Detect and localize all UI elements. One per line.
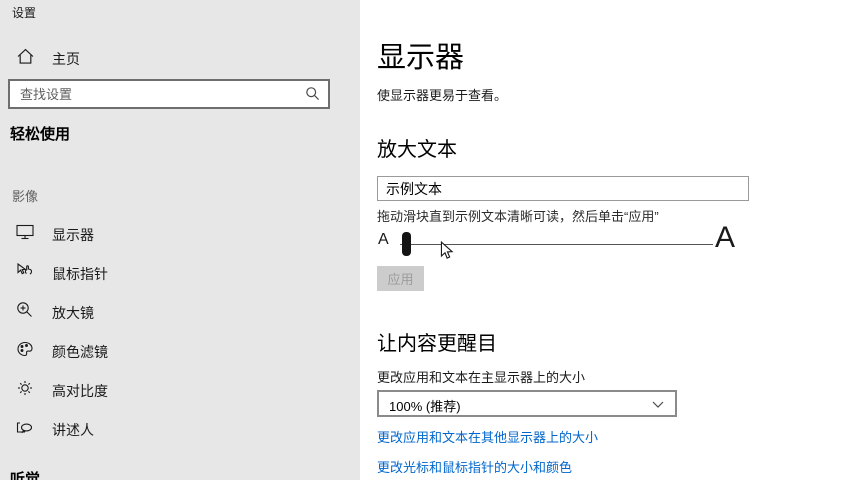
sidebar-item-high-contrast[interactable]: 高对比度 [0,373,360,407]
home-icon [17,48,34,65]
make-everything-bigger-heading: 让内容更醒目 [377,327,497,356]
sidebar-group-header-hearing: 听觉 [10,468,40,480]
slider-large-a-label: A [715,221,735,255]
search-icon[interactable] [305,86,320,101]
sidebar-item-label: 主页 [52,49,80,69]
sidebar-group-header-vision: 影像 [12,186,38,205]
search-input[interactable] [20,81,300,107]
link-other-displays[interactable]: 更改应用和文本在其他显示器上的大小 [377,427,598,446]
search-box [8,79,330,109]
sidebar-section-title: 轻松使用 [10,123,70,144]
main-content: 显示器 使显示器更易于查看。 放大文本 拖动滑块直到示例文本清晰可读，然后单击“… [360,0,854,480]
page-title: 显示器 [377,34,464,76]
sidebar: 设置 主页 轻松使用 影像 [0,0,360,480]
sidebar-item-display[interactable]: 显示器 [0,217,360,251]
sidebar-item-home[interactable]: 主页 [0,44,360,74]
monitor-icon [16,223,34,241]
sidebar-item-color-filters[interactable]: 颜色滤镜 [0,334,360,368]
scale-dropdown[interactable]: 100% (推荐) [377,390,677,417]
window-title: 设置 [12,4,36,21]
sidebar-item-narrator[interactable]: 讲述人 [0,412,360,446]
color-filter-icon [16,340,34,358]
link-cursor-pointer[interactable]: 更改光标和鼠标指针的大小和颜色 [377,457,572,476]
magnifier-icon [16,301,34,319]
sidebar-item-label: 鼠标指针 [52,264,108,284]
apply-button[interactable]: 应用 [377,266,424,291]
sidebar-item-magnifier[interactable]: 放大镜 [0,295,360,329]
sidebar-item-mouse-pointer[interactable]: 鼠标指针 [0,256,360,290]
slider-small-a-label: A [378,231,389,249]
settings-window: 设置 主页 轻松使用 影像 [0,0,854,480]
text-size-slider-thumb[interactable] [402,232,411,256]
sidebar-item-label: 高对比度 [52,381,108,401]
chevron-down-icon [652,401,664,409]
sample-text-box [377,176,749,201]
scale-dropdown-label: 更改应用和文本在主显示器上的大小 [377,367,585,386]
page-subtitle: 使显示器更易于查看。 [377,85,507,104]
scale-dropdown-value: 100% (推荐) [389,396,461,415]
sidebar-item-label: 颜色滤镜 [52,342,108,362]
sample-text-input[interactable] [386,177,736,200]
make-text-bigger-heading: 放大文本 [377,133,457,162]
sidebar-item-label: 显示器 [52,225,94,245]
slider-instruction: 拖动滑块直到示例文本清晰可读，然后单击“应用” [377,206,659,225]
high-contrast-icon [16,379,34,397]
text-size-slider-track[interactable] [400,244,713,245]
sidebar-item-label: 放大镜 [52,303,94,323]
sidebar-item-label: 讲述人 [52,420,94,440]
mouse-pointer-icon [16,262,34,280]
narrator-icon [16,418,34,436]
